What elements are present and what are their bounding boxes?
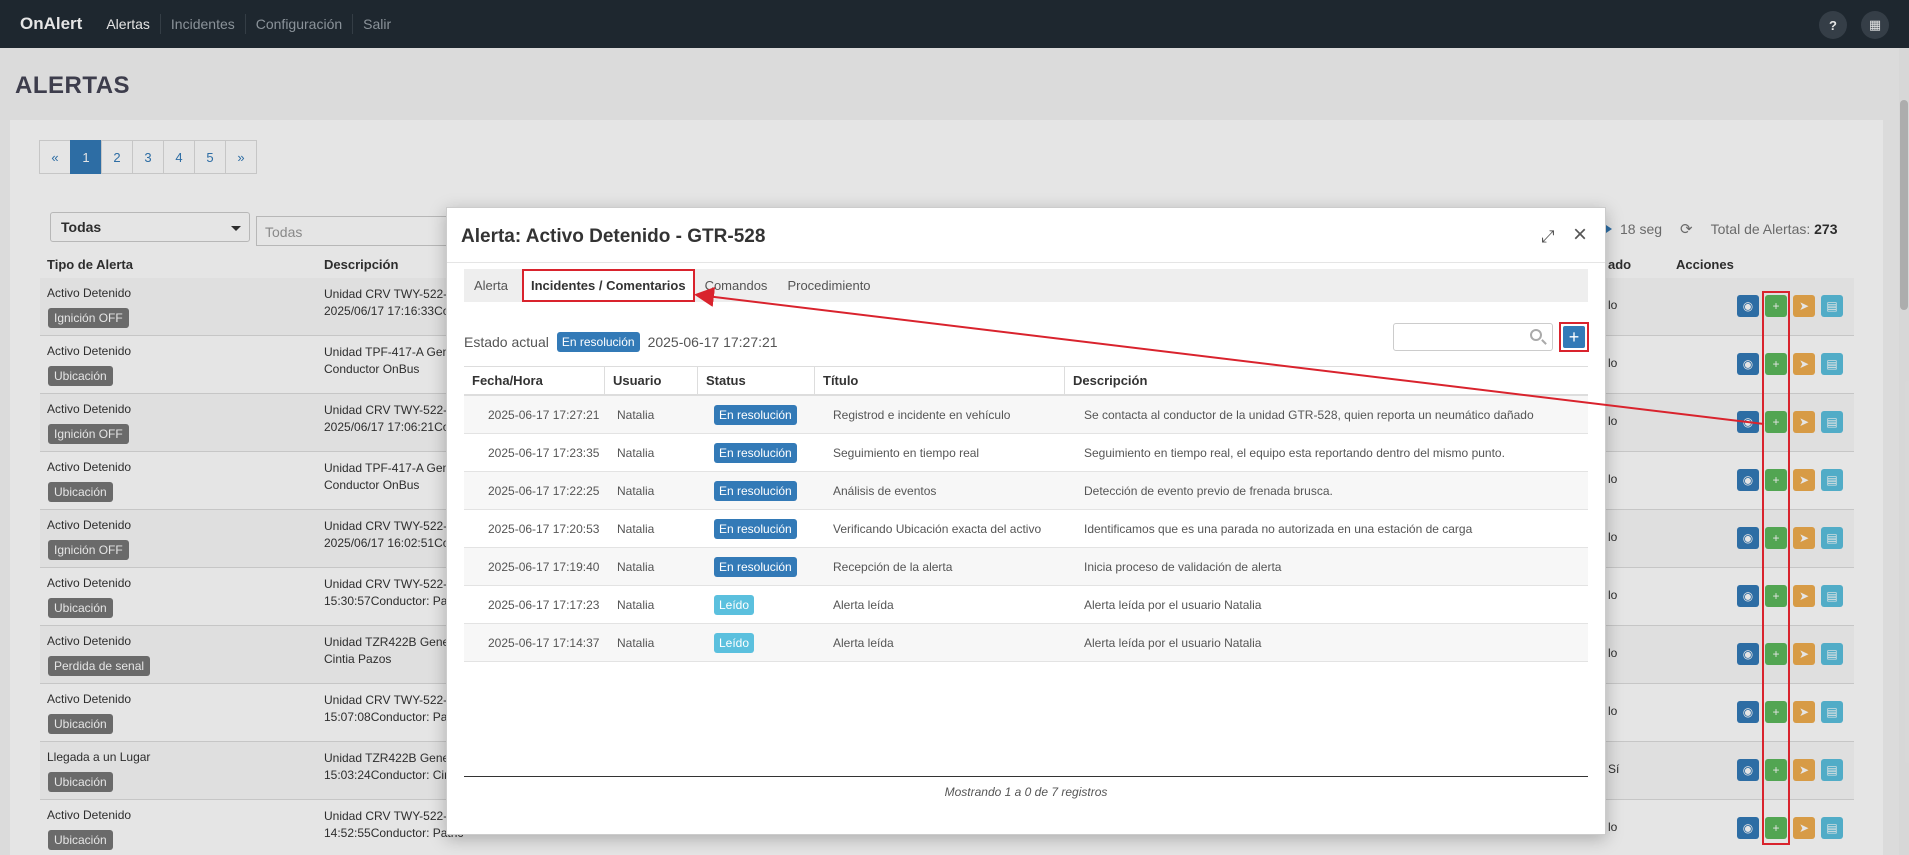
status-label: Estado actual: [464, 334, 549, 350]
incident-fecha: 2025-06-17 17:14:37: [488, 636, 600, 650]
alert-modal: Alerta: Activo Detenido - GTR-528 ⤢ × Al…: [446, 207, 1606, 835]
col-status: Status: [697, 367, 746, 397]
incident-titulo: Seguimiento en tiempo real: [833, 446, 980, 460]
incident-descripcion: Identificamos que es una parada no autor…: [1084, 522, 1473, 536]
incident-titulo: Alerta leída: [833, 598, 894, 612]
incident-fecha: 2025-06-17 17:17:23: [488, 598, 600, 612]
incident-usuario: Natalia: [617, 484, 655, 498]
incident-descripcion: Se contacta al conductor de la unidad GT…: [1084, 408, 1534, 422]
incident-fecha: 2025-06-17 17:22:25: [488, 484, 600, 498]
tab-incidentes-comentarios[interactable]: Incidentes / Comentarios: [521, 269, 695, 302]
status-badge: En resolución: [556, 332, 640, 352]
col-fecha: Fecha/Hora: [472, 373, 543, 388]
modal-divider: [447, 262, 1605, 263]
incident-descripcion: Alerta leída por el usuario Natalia: [1084, 636, 1262, 650]
incident-fecha: 2025-06-17 17:19:40: [488, 560, 600, 574]
incident-descripcion: Seguimiento en tiempo real, el equipo es…: [1084, 446, 1505, 460]
tab-comandos[interactable]: Comandos: [695, 269, 778, 302]
tab-alerta[interactable]: Alerta: [464, 269, 518, 302]
incident-titulo: Verificando Ubicación exacta del activo: [833, 522, 1042, 536]
incident-row[interactable]: 2025-06-17 17:19:40 Natalia En resolución R…: [464, 548, 1588, 586]
incident-descripcion: Inicia proceso de validación de alerta: [1084, 560, 1282, 574]
incident-row[interactable]: 2025-06-17 17:20:53 Natalia En resolución V…: [464, 510, 1588, 548]
incident-status-badge: En resolución: [714, 443, 797, 463]
incident-status-badge: En resolución: [714, 481, 797, 501]
actions-add-column-highlight: [1762, 291, 1790, 845]
tab-procedimiento[interactable]: Procedimiento: [777, 269, 880, 302]
expand-icon[interactable]: ⤢: [1541, 228, 1559, 246]
incident-status-badge: Leído: [714, 633, 755, 653]
col-titulo: Título: [814, 367, 858, 397]
search-icon: [1530, 329, 1542, 341]
table-info: Mostrando 1 a 0 de 7 registros: [944, 785, 1108, 799]
add-incident-button[interactable]: +: [1559, 322, 1589, 352]
incident-usuario: Natalia: [617, 636, 655, 650]
incident-titulo: Recepción de la alerta: [833, 560, 953, 574]
incident-usuario: Natalia: [617, 560, 655, 574]
incident-usuario: Natalia: [617, 598, 655, 612]
incident-titulo: Registrod e incidente en vehículo: [833, 408, 1011, 422]
incident-titulo: Análisis de eventos: [833, 484, 937, 498]
incident-fecha: 2025-06-17 17:20:53: [488, 522, 600, 536]
plus-icon: +: [1563, 326, 1585, 348]
incident-status-badge: En resolución: [714, 557, 797, 577]
modal-title: Alerta: Activo Detenido - GTR-528: [461, 226, 766, 247]
incident-titulo: Alerta leída: [833, 636, 894, 650]
close-icon[interactable]: ×: [1573, 223, 1593, 247]
current-status: Estado actual En resolución 2025-06-17 1…: [464, 332, 778, 352]
incident-row[interactable]: 2025-06-17 17:14:37 Natalia Leído Alerta le…: [464, 624, 1588, 662]
incidents-table-header: Fecha/Hora Usuario Status Título Descrip…: [464, 366, 1588, 397]
incident-descripcion: Alerta leída por el usuario Natalia: [1084, 598, 1262, 612]
incident-status-badge: En resolución: [714, 519, 797, 539]
incident-usuario: Natalia: [617, 446, 655, 460]
search-input[interactable]: [1393, 323, 1553, 351]
incidents-table: Fecha/Hora Usuario Status Título Descrip…: [464, 366, 1588, 662]
incident-row[interactable]: 2025-06-17 17:27:21 Natalia En resolución R…: [464, 396, 1588, 434]
col-usuario: Usuario: [604, 367, 661, 397]
incident-row[interactable]: 2025-06-17 17:23:35 Natalia En resolución S…: [464, 434, 1588, 472]
incident-descripcion: Detección de evento previo de frenada br…: [1084, 484, 1333, 498]
table-footer-line: [464, 776, 1588, 777]
incident-row[interactable]: 2025-06-17 17:22:25 Natalia En resolución A…: [464, 472, 1588, 510]
incident-usuario: Natalia: [617, 408, 655, 422]
col-descripcion: Descripción: [1064, 367, 1147, 397]
status-time: 2025-06-17 17:27:21: [647, 334, 778, 350]
incident-status-badge: En resolución: [714, 405, 797, 425]
incident-fecha: 2025-06-17 17:27:21: [488, 408, 600, 422]
incident-fecha: 2025-06-17 17:23:35: [488, 446, 600, 460]
incident-row[interactable]: 2025-06-17 17:17:23 Natalia Leído Alerta le…: [464, 586, 1588, 624]
incident-status-badge: Leído: [714, 595, 755, 615]
incident-usuario: Natalia: [617, 522, 655, 536]
modal-tabs: Alerta Incidentes / Comentarios Comandos…: [464, 269, 1588, 302]
